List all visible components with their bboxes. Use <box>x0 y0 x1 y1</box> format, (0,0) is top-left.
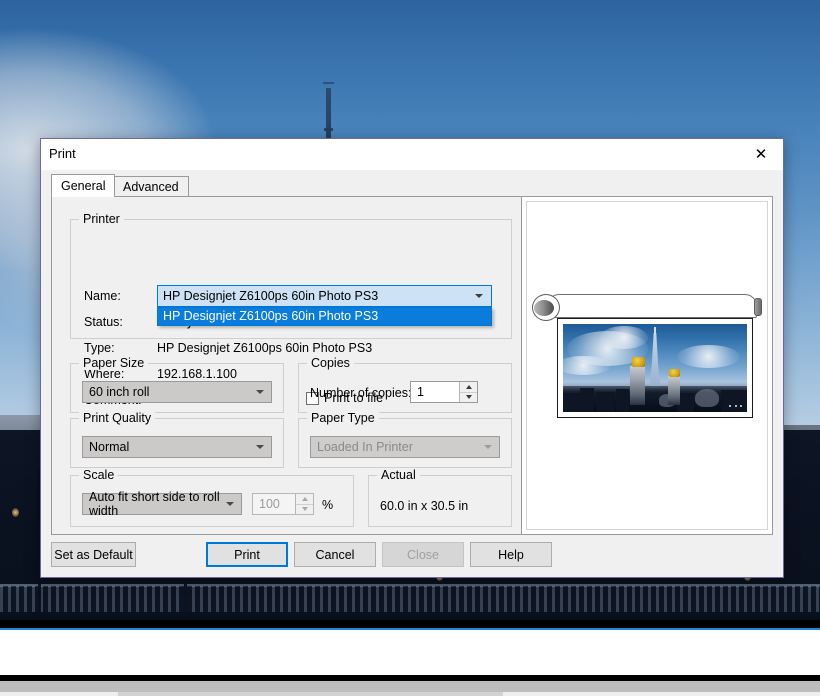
dialog-body: General Advanced Printer Name: Status: R… <box>41 170 783 577</box>
print-preview-panel <box>521 196 773 535</box>
building <box>721 390 747 412</box>
paper-size-value: 60 inch roll <box>89 385 150 399</box>
printer-dropdown-list[interactable]: HP Designjet Z6100ps 60in Photo PS3 <box>157 307 492 326</box>
printer-type-label: Type: <box>84 341 115 355</box>
building <box>596 391 615 412</box>
building <box>616 389 630 412</box>
scale-percent-decrement-button <box>296 503 313 514</box>
building <box>579 388 595 412</box>
dialog-title: Print <box>49 146 76 161</box>
scale-percent-input: 100 <box>259 497 280 511</box>
scale-legend: Scale <box>79 468 119 482</box>
cloud <box>563 355 611 376</box>
cloud <box>677 345 740 368</box>
light-dot <box>729 405 731 407</box>
roll-spool-right-icon <box>754 298 762 316</box>
light-dot <box>735 405 737 407</box>
copies-increment-button[interactable] <box>460 382 477 392</box>
tree <box>695 389 720 407</box>
help-button[interactable]: Help <box>470 542 552 567</box>
gold-statue-right <box>668 368 680 377</box>
printer-type-value: HP Designjet Z6100ps 60in Photo PS3 <box>157 341 373 355</box>
paper-roll-icon <box>547 294 757 318</box>
printer-name-value: HP Designjet Z6100ps 60in Photo PS3 <box>163 289 379 303</box>
scale-mode-value: Auto fit short side to roll width <box>89 490 220 518</box>
printer-status-label: Status: <box>84 315 123 329</box>
dialog-button-row: Set as Default Print Cancel Close Help <box>51 542 773 567</box>
copies-count-label: Number of copies: <box>310 386 412 400</box>
chevron-down-icon <box>475 294 483 298</box>
printer-dropdown-option[interactable]: HP Designjet Z6100ps 60in Photo PS3 <box>158 308 491 325</box>
bridge-column-right <box>667 375 680 405</box>
preview-sheet <box>557 318 753 418</box>
close-icon[interactable]: ✕ <box>739 139 783 169</box>
photo-bottom-edge <box>0 620 820 628</box>
street-light-glow <box>12 508 19 517</box>
eiffel-tower-antenna <box>323 82 334 144</box>
tab-general[interactable]: General <box>51 174 116 197</box>
printer-group-legend: Printer <box>79 212 124 226</box>
scale-percent-unit: % <box>322 498 334 512</box>
app-lower-chrome <box>0 628 820 696</box>
accent-rule <box>0 628 820 630</box>
chevron-down-icon <box>226 502 234 506</box>
close-button: Close <box>382 542 464 567</box>
paper-size-combobox[interactable]: 60 inch roll <box>82 381 272 403</box>
filmstrip-bar <box>0 681 820 692</box>
print-quality-legend: Print Quality <box>79 411 156 425</box>
paper-size-legend: Paper Size <box>79 356 149 370</box>
scale-percent-increment-button <box>296 494 313 504</box>
copies-stepper[interactable]: 1 <box>410 381 478 403</box>
copies-legend: Copies <box>307 356 354 370</box>
scale-percent-stepper: 100 <box>252 493 314 515</box>
scale-percent-stepper-buttons <box>295 494 313 514</box>
copies-input[interactable]: 1 <box>411 382 459 402</box>
chevron-down-icon <box>256 390 264 394</box>
print-quality-value: Normal <box>89 440 130 454</box>
tab-advanced[interactable]: Advanced <box>113 176 189 196</box>
printer-name-combobox[interactable]: HP Designjet Z6100ps 60in Photo PS3 <box>157 285 492 307</box>
printer-name-label: Name: <box>84 289 121 303</box>
roll-spool-left-icon <box>532 294 560 321</box>
cloud <box>599 325 648 349</box>
print-dialog: Print ✕ General Advanced Printer Name: S… <box>40 138 784 578</box>
tabstrip: General Advanced <box>51 174 773 197</box>
print-preview-page <box>526 201 768 530</box>
bridge-balustrade <box>0 586 820 612</box>
gold-statue-left <box>632 357 645 368</box>
preview-photo <box>563 324 747 412</box>
chevron-down-icon <box>256 445 264 449</box>
scale-mode-combobox[interactable]: Auto fit short side to roll width <box>82 490 242 518</box>
eiffel-tower <box>649 332 661 389</box>
chevron-down-icon <box>484 445 492 449</box>
bridge-column-left <box>630 366 645 405</box>
dialog-titlebar[interactable]: Print ✕ <box>41 139 783 170</box>
filmstrip-scroll-thumb[interactable] <box>118 692 503 696</box>
copies-stepper-buttons <box>459 382 477 402</box>
paper-type-legend: Paper Type <box>307 411 379 425</box>
copies-decrement-button[interactable] <box>460 391 477 402</box>
light-dot <box>740 405 742 407</box>
paper-type-value: Loaded In Printer <box>317 440 413 454</box>
print-button[interactable]: Print <box>206 542 288 567</box>
paper-type-combobox: Loaded In Printer <box>310 436 500 458</box>
actual-size-value: 60.0 in x 30.5 in <box>380 499 469 513</box>
cancel-button[interactable]: Cancel <box>294 542 376 567</box>
set-as-default-button[interactable]: Set as Default <box>51 542 136 567</box>
print-quality-combobox[interactable]: Normal <box>82 436 272 458</box>
actual-legend: Actual <box>377 468 420 482</box>
building <box>563 392 580 412</box>
